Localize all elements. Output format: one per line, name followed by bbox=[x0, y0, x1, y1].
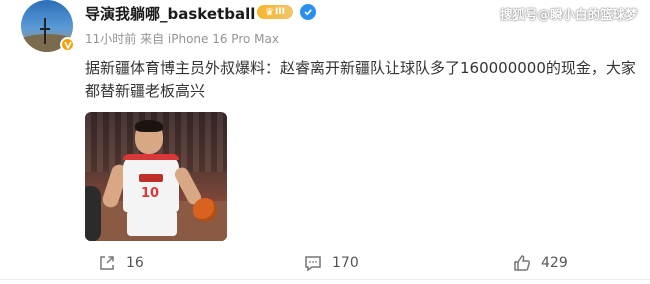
player-hair bbox=[135, 120, 163, 132]
jersey-logo bbox=[139, 174, 163, 182]
action-bar: 16 170 429 bbox=[0, 250, 650, 280]
post-content: 据新疆体育博主员外叔爆料：赵睿离开新疆队让球队多了160000000的现金，大家… bbox=[85, 59, 636, 100]
post-meta: 11小时前 来自 iPhone 16 Pro Max bbox=[85, 32, 279, 46]
jersey-number: 10 bbox=[141, 186, 160, 201]
watermark: 搜狐号@瞬小白的篮球梦 bbox=[500, 7, 638, 22]
verified-icon bbox=[300, 4, 316, 20]
v-verified-badge-icon bbox=[60, 37, 75, 52]
bottom-divider bbox=[0, 279, 650, 280]
crown-icon: ♛ bbox=[264, 6, 274, 18]
level-badge-label: III bbox=[274, 7, 285, 17]
share-button[interactable]: 16 bbox=[98, 254, 144, 272]
like-button[interactable]: 429 bbox=[513, 254, 568, 272]
username[interactable]: 导演我躺哪_basketball bbox=[85, 3, 255, 24]
basketball bbox=[193, 198, 217, 222]
avatar-tower-arm bbox=[40, 28, 50, 30]
share-count: 16 bbox=[126, 255, 144, 271]
thumbs-up-icon bbox=[514, 255, 531, 271]
avatar-tower bbox=[44, 18, 46, 44]
jersey-trim bbox=[123, 154, 179, 160]
like-count: 429 bbox=[541, 255, 568, 271]
player-jersey bbox=[123, 154, 179, 212]
player-shorts bbox=[127, 210, 177, 236]
level-badge[interactable]: ♛ III bbox=[257, 5, 293, 19]
share-icon bbox=[100, 256, 114, 270]
comment-button[interactable]: 170 bbox=[304, 254, 359, 272]
comment-count: 170 bbox=[332, 255, 359, 271]
comment-icon bbox=[305, 256, 321, 272]
post-image[interactable]: 10 bbox=[85, 112, 227, 241]
defender-figure bbox=[85, 186, 101, 241]
